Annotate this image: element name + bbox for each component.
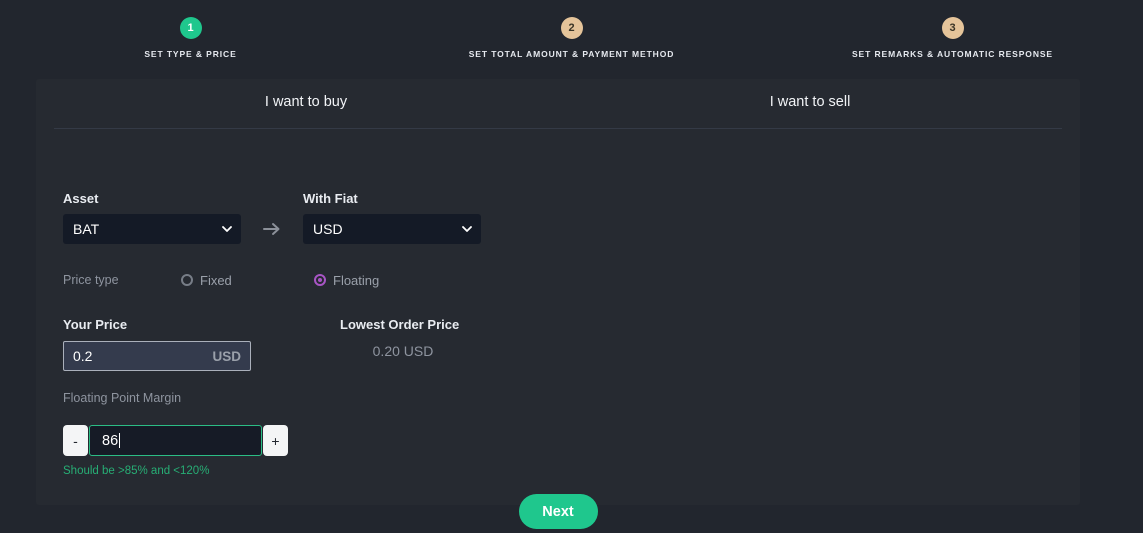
step-2-number: 2: [560, 17, 583, 39]
radio-price-type-floating[interactable]: Floating: [314, 273, 379, 288]
chevron-down-icon: [222, 224, 232, 234]
step-1-number: 1: [179, 17, 202, 39]
step-2[interactable]: 2 SET TOTAL AMOUNT & PAYMENT METHOD: [381, 0, 762, 70]
your-price-input[interactable]: 0.2 USD: [63, 341, 251, 371]
radio-price-type-fixed[interactable]: Fixed: [181, 273, 314, 288]
asset-label: Asset: [63, 191, 99, 206]
buy-sell-tabs: I want to buy I want to sell: [54, 79, 1062, 129]
lowest-order-price-group: Lowest Order Price 0.20 USD: [340, 317, 466, 371]
step-3[interactable]: 3 SET REMARKS & AUTOMATIC RESPONSE: [762, 0, 1143, 70]
lowest-order-price-label: Lowest Order Price: [340, 317, 460, 332]
floating-point-margin-group: Floating Point Margin - 86 + Should be >…: [63, 391, 288, 477]
margin-decrement-button[interactable]: -: [63, 425, 88, 456]
floating-point-margin-label: Floating Point Margin: [63, 391, 182, 405]
radio-unchecked-icon: [181, 274, 193, 286]
radio-checked-icon: [314, 274, 326, 286]
fiat-select[interactable]: USD: [303, 214, 481, 244]
radio-floating-label: Floating: [333, 272, 380, 288]
lowest-order-price-value: 0.20 USD: [372, 343, 434, 359]
margin-stepper: - 86 +: [63, 425, 288, 456]
asset-group: Asset BAT: [63, 191, 241, 244]
margin-helper-text: Should be >85% and <120%: [63, 465, 210, 477]
step-1-label: SET TYPE & PRICE: [144, 49, 237, 59]
tab-i-want-to-buy[interactable]: I want to buy: [54, 79, 558, 128]
next-button[interactable]: Next: [518, 494, 598, 529]
asset-select-value: BAT: [73, 221, 100, 237]
progress-stepper: 1 SET TYPE & PRICE 2 SET TOTAL AMOUNT & …: [0, 0, 1143, 70]
fiat-label: With Fiat: [303, 191, 358, 206]
app-root: 1 SET TYPE & PRICE 2 SET TOTAL AMOUNT & …: [0, 0, 1143, 533]
chevron-down-icon: [462, 224, 472, 234]
asset-select[interactable]: BAT: [63, 214, 241, 244]
radio-fixed-label: Fixed: [200, 272, 232, 288]
your-price-label: Your Price: [63, 317, 128, 332]
margin-input-value: 86: [102, 432, 119, 449]
margin-input[interactable]: 86: [89, 425, 262, 456]
step-3-label: SET REMARKS & AUTOMATIC RESPONSE: [851, 49, 1054, 59]
step-1[interactable]: 1 SET TYPE & PRICE: [0, 0, 381, 70]
order-form-card: I want to buy I want to sell Asset BAT W…: [36, 79, 1080, 529]
step-3-number: 3: [941, 17, 964, 39]
fiat-select-value: USD: [313, 221, 343, 237]
price-type-label: Price type: [63, 273, 119, 287]
step-2-label: SET TOTAL AMOUNT & PAYMENT METHOD: [468, 49, 675, 59]
your-price-value: 0.2: [73, 348, 93, 364]
text-cursor: [119, 433, 121, 448]
arrow-right-icon: [241, 214, 303, 244]
margin-increment-button[interactable]: +: [263, 425, 288, 456]
your-price-group: Your Price 0.2 USD: [63, 317, 340, 371]
fiat-group: With Fiat USD: [303, 191, 481, 244]
price-row: Your Price 0.2 USD Lowest Order Price 0.…: [63, 317, 466, 371]
next-button-wrap: Next: [36, 494, 1080, 529]
asset-fiat-row: Asset BAT With Fiat USD: [63, 191, 481, 244]
tab-i-want-to-sell[interactable]: I want to sell: [558, 79, 1062, 128]
price-type-row: Price type Fixed Floating: [63, 270, 379, 290]
your-price-unit: USD: [212, 348, 241, 364]
